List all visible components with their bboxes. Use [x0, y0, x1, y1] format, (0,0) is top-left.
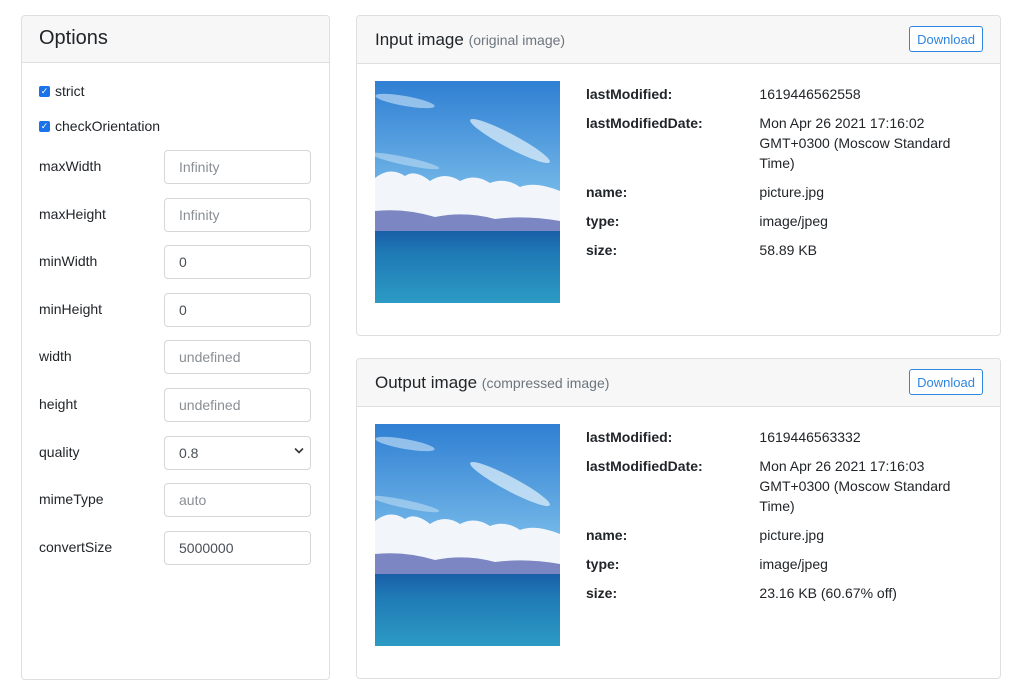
input-image-preview [375, 81, 560, 303]
min-height-row: minHeight [39, 293, 311, 327]
min-width-label: minWidth [39, 253, 98, 269]
checkbox-checked-icon[interactable]: ✓ [39, 120, 50, 132]
height-input[interactable] [164, 388, 311, 422]
quality-label: quality [39, 444, 80, 460]
quality-select[interactable]: 0.8 [164, 436, 311, 470]
check-orientation-label: checkOrientation [55, 118, 161, 134]
mime-type-label: mimeType [39, 491, 104, 507]
input-image-header: Input image (original image) Download [357, 16, 1000, 64]
options-title: Options [39, 27, 108, 49]
min-width-row: minWidth [39, 245, 311, 279]
strict-checkbox[interactable]: ✓ strict [39, 83, 85, 99]
meta-row: lastModified: 1619446562558 [586, 86, 861, 102]
width-label: width [39, 348, 72, 364]
convert-size-label: convertSize [39, 539, 113, 555]
input-image-title-text: Input image [375, 30, 464, 49]
min-height-input[interactable] [164, 293, 311, 327]
max-height-row: maxHeight [39, 198, 311, 232]
output-image-title: Output image (compressed image) [375, 373, 609, 393]
convert-size-row: convertSize [39, 531, 311, 565]
meta-row: type: image/jpeg [586, 213, 828, 229]
mime-type-row: mimeType [39, 483, 311, 517]
meta-row: lastModifiedDate: Mon Apr 26 2021 17:16:… [586, 458, 951, 514]
meta-row: type: image/jpeg [586, 556, 828, 572]
options-panel: Options ✓ strict ✓ checkOrientation maxW… [21, 15, 330, 680]
options-header: Options [22, 16, 329, 63]
checkbox-checked-icon[interactable]: ✓ [39, 85, 50, 97]
input-download-button[interactable]: Download [909, 26, 983, 52]
max-width-label: maxWidth [39, 158, 102, 174]
mime-type-input[interactable] [164, 483, 311, 517]
convert-size-input[interactable] [164, 531, 311, 565]
height-label: height [39, 396, 78, 412]
input-image-metadata: lastModified: 1619446562558 lastModified… [586, 84, 986, 269]
meta-row: name: picture.jpg [586, 527, 824, 543]
output-download-button[interactable]: Download [909, 369, 983, 395]
quality-selected-value: 0.8 [179, 445, 199, 461]
meta-row: lastModifiedDate: Mon Apr 26 2021 17:16:… [586, 115, 951, 171]
meta-row: lastModified: 1619446563332 [586, 429, 861, 445]
input-image-title: Input image (original image) [375, 30, 565, 50]
min-width-input[interactable] [164, 245, 311, 279]
check-orientation-checkbox[interactable]: ✓ checkOrientation [39, 118, 160, 134]
width-input[interactable] [164, 340, 311, 374]
max-width-input[interactable] [164, 150, 311, 184]
output-image-subtitle: (compressed image) [481, 375, 610, 391]
output-image-panel: Output image (compressed image) Download… [356, 358, 1001, 679]
meta-row: name: picture.jpg [586, 184, 824, 200]
output-image-preview [375, 424, 560, 646]
input-image-subtitle: (original image) [468, 32, 566, 48]
quality-row: quality 0.8 [39, 436, 311, 470]
meta-row: size: 58.89 KB [586, 242, 818, 258]
strict-label: strict [55, 83, 85, 99]
output-image-title-text: Output image [375, 373, 478, 392]
min-height-label: minHeight [39, 301, 103, 317]
max-height-label: maxHeight [39, 206, 106, 222]
max-height-input[interactable] [164, 198, 311, 232]
meta-row: size: 23.16 KB (60.67% off) [586, 585, 897, 601]
max-width-row: maxWidth [39, 150, 311, 184]
output-image-metadata: lastModified: 1619446563332 lastModified… [586, 427, 986, 612]
height-row: height [39, 388, 311, 422]
input-image-panel: Input image (original image) Download la… [356, 15, 1001, 336]
output-image-header: Output image (compressed image) Download [357, 359, 1000, 407]
chevron-down-icon [294, 448, 304, 454]
width-row: width [39, 340, 311, 374]
